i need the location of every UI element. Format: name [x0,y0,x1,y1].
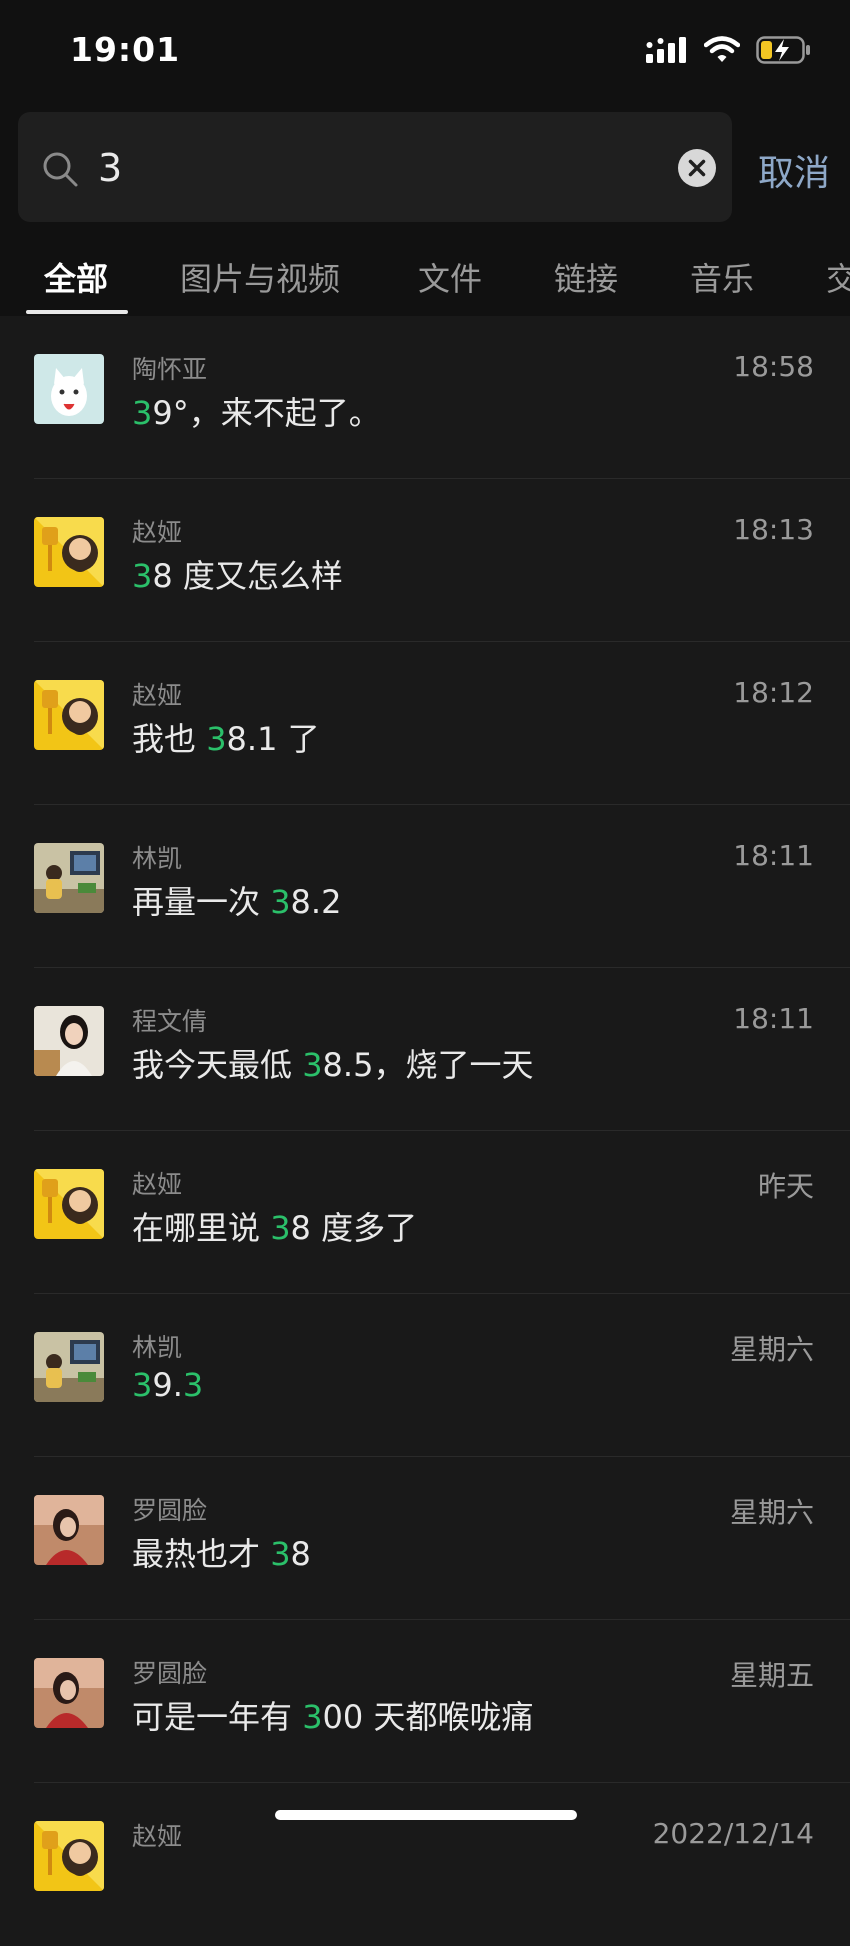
search-hit: 3 [182,1366,204,1404]
close-icon [688,159,706,177]
avatar [34,1821,104,1891]
avatar [34,843,104,913]
battery-charging-icon [756,36,810,64]
contact-name: 林凯 [132,844,183,873]
avatar [34,1495,104,1565]
search-hit: 3 [270,883,291,921]
tab-music[interactable]: 音乐 [690,254,754,300]
tab-more[interactable]: 交 [826,254,850,300]
message-snippet: 在哪里说 38 度多了 [132,1209,418,1247]
avatar [34,517,104,587]
portrait-field-avatar-icon [34,1495,104,1565]
list-item[interactable]: 程文倩 18:11 我今天最低 38.5，烧了一天 [0,968,850,1131]
status-time: 19:01 [70,30,181,69]
message-time: 18:12 [733,676,814,709]
home-indicator[interactable] [275,1810,577,1820]
status-icons [646,36,812,64]
message-time: 星期五 [729,1659,814,1692]
list-item[interactable]: 陶怀亚 18:58 39°，来不起了。 [0,316,850,479]
contact-name: 罗圆脸 [132,1659,208,1688]
message-snippet: 我也 38.1 了 [132,720,320,758]
avatar [34,1332,104,1402]
contact-name: 赵娅 [132,681,183,710]
contact-name: 陶怀亚 [132,355,208,384]
search-hit: 3 [302,1698,323,1736]
tab-links[interactable]: 链接 [554,254,618,300]
search-icon [43,152,78,187]
message-time: 星期六 [729,1333,814,1366]
cat-avatar-icon [34,354,104,424]
search-hit: 3 [132,1366,153,1404]
cartoon-trophy-avatar-icon [34,680,104,750]
tab-all[interactable]: 全部 [44,254,108,300]
illustration-room-avatar-icon [34,1332,104,1402]
contact-name: 赵娅 [132,1822,183,1851]
search-hit: 3 [132,557,153,595]
status-bar: 19:01 [0,0,850,110]
wifi-icon [704,36,740,62]
message-time: 18:11 [733,1002,814,1035]
message-snippet: 39°，来不起了。 [132,394,381,432]
message-time: 昨天 [757,1170,814,1203]
illustration-room-avatar-icon [34,843,104,913]
list-item[interactable]: 罗圆脸 星期六 最热也才 38 [0,1457,850,1620]
clear-search-button[interactable] [678,149,716,187]
filter-tabs: 全部 图片与视频 文件 链接 音乐 交 [0,230,850,316]
search-hit: 3 [206,720,227,758]
avatar [34,1169,104,1239]
message-snippet: 我今天最低 38.5，烧了一天 [132,1046,534,1084]
message-time: 18:13 [733,513,814,546]
cellular-signal-icon [646,37,686,63]
search-hit: 3 [132,394,153,432]
list-item[interactable]: 赵娅 2022/12/14 [0,1783,850,1946]
cartoon-trophy-avatar-icon [34,1169,104,1239]
contact-name: 罗圆脸 [132,1496,208,1525]
contact-name: 林凯 [132,1333,183,1362]
message-time: 星期六 [729,1496,814,1529]
contact-name: 赵娅 [132,1170,183,1199]
message-time: 18:58 [733,350,814,383]
search-hit: 3 [270,1209,291,1247]
list-item[interactable]: 赵娅 18:13 38 度又怎么样 [0,479,850,642]
avatar [34,1658,104,1728]
message-snippet: 最热也才 38 [132,1535,311,1573]
avatar [34,1006,104,1076]
tab-photos-videos[interactable]: 图片与视频 [180,254,340,300]
cartoon-trophy-avatar-icon [34,1821,104,1891]
message-snippet: 39.3 [132,1366,204,1404]
search-hit: 3 [302,1046,323,1084]
message-time: 2022/12/14 [652,1817,814,1850]
list-item[interactable]: 林凯 18:11 再量一次 38.2 [0,805,850,968]
search-box[interactable] [18,112,732,222]
list-item[interactable]: 赵娅 昨天 在哪里说 38 度多了 [0,1131,850,1294]
cancel-button[interactable]: 取消 [758,144,830,196]
contact-name: 赵娅 [132,518,183,547]
contact-name: 程文倩 [132,1007,208,1036]
tab-files[interactable]: 文件 [418,254,482,300]
cartoon-trophy-avatar-icon [34,517,104,587]
list-item[interactable]: 赵娅 18:12 我也 38.1 了 [0,642,850,805]
list-item[interactable]: 林凯 星期六 39.3 [0,1294,850,1457]
message-snippet: 38 度又怎么样 [132,557,343,595]
search-input[interactable] [96,134,660,202]
avatar [34,680,104,750]
search-hit: 3 [270,1535,291,1573]
avatar [34,354,104,424]
search-bar: 取消 [0,110,850,230]
message-snippet: 再量一次 38.2 [132,883,342,921]
portrait-girl-avatar-icon [34,1006,104,1076]
message-snippet: 可是一年有 300 天都喉咙痛 [132,1698,534,1736]
active-tab-indicator [26,310,128,314]
portrait-field-avatar-icon [34,1658,104,1728]
list-item[interactable]: 罗圆脸 星期五 可是一年有 300 天都喉咙痛 [0,1620,850,1783]
message-time: 18:11 [733,839,814,872]
